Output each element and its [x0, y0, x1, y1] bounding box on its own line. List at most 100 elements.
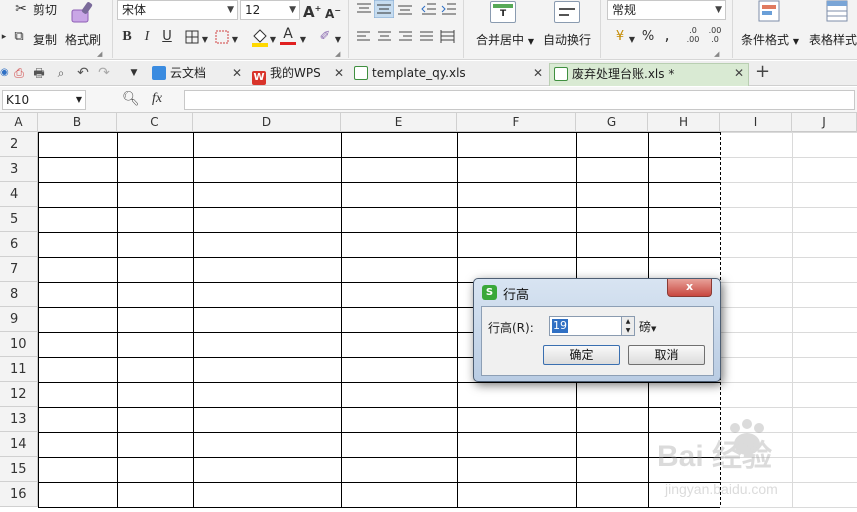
align-middle-icon[interactable]	[374, 0, 394, 18]
column-header-g[interactable]: G	[576, 113, 648, 132]
percent-button[interactable]: %	[640, 28, 656, 46]
align-center-icon[interactable]	[377, 30, 392, 44]
column-header-b[interactable]: B	[38, 113, 117, 132]
font-size-select[interactable]: 12 ▼	[240, 0, 300, 20]
wrap-text-button[interactable]: 自动换行	[543, 31, 591, 48]
merge-center-icon[interactable]: T	[490, 1, 516, 23]
font-name-select[interactable]: 宋体 ▼	[117, 0, 238, 20]
fill-color-icon[interactable]	[251, 27, 269, 47]
scissors-icon[interactable]: ✂	[12, 0, 30, 18]
cell-grid[interactable]	[38, 132, 857, 512]
tab-my-wps[interactable]: W 我的WPS	[248, 63, 348, 86]
row-header-5[interactable]: 5	[0, 207, 38, 232]
ok-button[interactable]: 确定	[543, 345, 620, 365]
tab-waste-ledger[interactable]: 废弃处理台账.xls *	[549, 63, 749, 86]
row-header-8[interactable]: 8	[0, 282, 38, 307]
column-header-j[interactable]: J	[792, 113, 857, 132]
distributed-align-icon[interactable]	[440, 30, 455, 44]
conditional-format-icon[interactable]	[758, 0, 782, 24]
increase-indent-icon[interactable]	[441, 2, 457, 16]
row-header-14[interactable]: 14	[0, 432, 38, 457]
thousands-separator-icon[interactable]: ,	[661, 26, 673, 44]
cut-button[interactable]: 剪切	[33, 1, 57, 18]
close-icon[interactable]: ✕	[334, 63, 344, 84]
export-pdf-icon[interactable]: ⎙	[11, 64, 27, 82]
row-header-13[interactable]: 13	[0, 407, 38, 432]
customize-chevron-icon[interactable]: ▼	[127, 64, 141, 82]
conditional-format-button[interactable]: 条件格式 ▼	[741, 31, 799, 48]
row-header-4[interactable]: 4	[0, 182, 38, 207]
expand-corner-icon[interactable]: ◢	[97, 50, 102, 58]
decrease-decimal-icon[interactable]: .00.0	[706, 26, 724, 44]
fill-pattern-icon[interactable]	[215, 30, 229, 44]
row-header-9[interactable]: 9	[0, 307, 38, 332]
stepper-up-icon[interactable]: ▲	[622, 317, 634, 326]
column-header-d[interactable]: D	[193, 113, 341, 132]
add-tab-button[interactable]: +	[755, 61, 770, 82]
format-painter-button[interactable]: 格式刷	[65, 31, 101, 48]
grow-font-icon[interactable]: A+	[303, 0, 321, 21]
number-format-select[interactable]: 常规 ▼	[607, 0, 726, 20]
table-style-button[interactable]: 表格样式	[809, 31, 857, 48]
expand-corner-icon[interactable]: ◢	[714, 50, 719, 58]
close-button[interactable]: x	[667, 279, 712, 297]
table-style-icon[interactable]	[826, 0, 850, 24]
decrease-indent-icon[interactable]	[421, 2, 437, 16]
chevron-down-icon[interactable]: ▼	[299, 31, 307, 49]
row-header-16[interactable]: 16	[0, 482, 38, 507]
font-color-icon[interactable]: A	[280, 26, 296, 45]
align-bottom-icon[interactable]	[397, 2, 413, 16]
column-header-e[interactable]: E	[341, 113, 457, 132]
chevron-down-icon[interactable]: ▼	[334, 31, 342, 49]
align-left-icon[interactable]	[356, 30, 371, 44]
column-header-c[interactable]: C	[117, 113, 193, 132]
row-header-7[interactable]: 7	[0, 257, 38, 282]
print-icon[interactable]: 🖶	[31, 64, 47, 82]
row-header-6[interactable]: 6	[0, 232, 38, 257]
align-right-icon[interactable]	[398, 30, 413, 44]
tab-template-qy[interactable]: template_qy.xls	[350, 63, 546, 86]
row-header-2[interactable]: 2	[0, 132, 38, 157]
row-height-stepper[interactable]: ▲ ▼	[621, 316, 635, 336]
shrink-font-icon[interactable]: A−	[324, 2, 342, 23]
underline-button[interactable]: U	[159, 28, 175, 46]
wrap-text-icon[interactable]	[554, 1, 580, 23]
row-header-3[interactable]: 3	[0, 157, 38, 182]
italic-button[interactable]: I	[139, 28, 155, 46]
merge-center-button[interactable]: 合并居中 ▼	[476, 31, 534, 48]
row-header-11[interactable]: 11	[0, 357, 38, 382]
column-header-i[interactable]: I	[720, 113, 792, 132]
chevron-down-icon[interactable]: ▼	[628, 31, 636, 49]
redo-icon[interactable]: ↷	[96, 64, 112, 82]
chevron-down-icon[interactable]: ▼	[201, 31, 209, 49]
increase-decimal-icon[interactable]: .0.00	[684, 26, 702, 44]
name-box[interactable]: K10 ▼	[2, 90, 86, 110]
currency-icon[interactable]: ¥	[611, 28, 629, 46]
clear-format-icon[interactable]: ✐	[316, 28, 334, 46]
unit-select[interactable]: 磅▼	[639, 318, 656, 335]
formula-input[interactable]	[184, 90, 855, 110]
print-preview-icon[interactable]: ⌕	[53, 64, 69, 82]
chevron-down-icon[interactable]: ▼	[231, 31, 239, 49]
chevron-down-icon[interactable]: ▼	[269, 31, 277, 49]
align-top-icon[interactable]	[356, 2, 372, 16]
stepper-down-icon[interactable]: ▼	[622, 326, 634, 335]
close-icon[interactable]: ✕	[734, 63, 744, 84]
row-height-input[interactable]: 19	[549, 316, 623, 336]
close-icon[interactable]: ✕	[232, 63, 242, 84]
format-painter-icon[interactable]	[70, 1, 96, 25]
column-header-a[interactable]: A	[0, 113, 38, 132]
undo-icon[interactable]: ↶	[75, 64, 91, 82]
column-header-h[interactable]: H	[648, 113, 720, 132]
cancel-button[interactable]: 取消	[628, 345, 705, 365]
row-header-15[interactable]: 15	[0, 457, 38, 482]
row-header-10[interactable]: 10	[0, 332, 38, 357]
bold-button[interactable]: B	[119, 28, 135, 46]
copy-button[interactable]: 复制	[33, 31, 57, 48]
justify-icon[interactable]	[419, 30, 434, 44]
fx-button[interactable]: fx	[148, 90, 166, 108]
border-icon[interactable]	[185, 30, 199, 44]
close-icon[interactable]: ✕	[533, 63, 543, 84]
copy-icon[interactable]: ⧉	[10, 28, 28, 46]
zoom-icon[interactable]: 🔍︎	[122, 90, 140, 108]
